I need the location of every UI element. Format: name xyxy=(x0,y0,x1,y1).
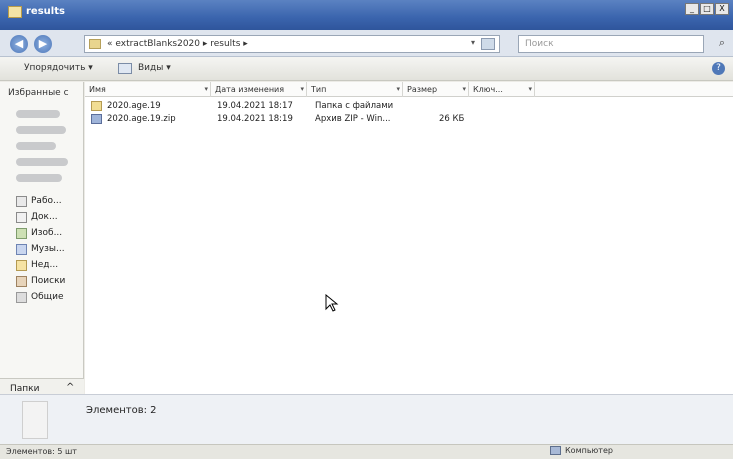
blurred-link xyxy=(16,126,66,134)
column-date-label: Дата изменения xyxy=(215,85,285,94)
toolbar: Упорядочить ▾ Виды ▾ ? xyxy=(0,57,733,81)
column-date[interactable]: Дата изменения ▾ xyxy=(211,82,307,97)
views-button[interactable]: Виды ▾ xyxy=(138,63,171,73)
column-type[interactable]: Тип ▾ xyxy=(307,82,403,97)
details-pane: Элементов: 2 xyxy=(0,394,733,444)
sidebar-item-pictures[interactable]: Изоб... xyxy=(16,226,62,240)
folder-icon xyxy=(91,101,102,111)
minimize-button[interactable]: _ xyxy=(685,3,699,15)
file-date: 19.04.2021 18:17 xyxy=(217,101,293,111)
recent-icon xyxy=(16,259,27,271)
mouse-cursor-icon xyxy=(325,294,339,312)
sidebar-item-label: Рабо... xyxy=(31,196,62,206)
music-icon xyxy=(16,243,27,255)
sidebar-item-recent[interactable]: Нед... xyxy=(16,258,58,272)
folder-icon xyxy=(8,6,22,18)
blurred-link xyxy=(16,110,60,118)
sidebar-item-label: Поиски xyxy=(31,276,66,286)
file-type: Папка с файлами xyxy=(315,101,394,111)
chevron-down-icon[interactable]: ▾ xyxy=(300,82,304,97)
column-size-label: Размер xyxy=(407,85,438,94)
sidebar-item-documents[interactable]: Док... xyxy=(16,210,58,224)
folder-preview-icon xyxy=(22,401,48,439)
file-size: 26 КБ xyxy=(439,114,465,124)
column-header-row: Имя ▾ Дата изменения ▾ Тип ▾ Размер ▾ Ключ..… xyxy=(85,82,733,97)
back-arrow-icon[interactable]: ◀ xyxy=(10,35,28,53)
address-path: « extractBlanks2020 ▸ results ▸ xyxy=(107,39,248,49)
file-name: 2020.age.19.zip xyxy=(107,114,176,124)
status-bar: Элементов: 5 шт Компьютер xyxy=(0,444,733,459)
folder-icon xyxy=(89,39,101,49)
forward-arrow-icon[interactable]: ▶ xyxy=(34,35,52,53)
column-name-label: Имя xyxy=(89,85,106,94)
column-name[interactable]: Имя ▾ xyxy=(85,82,211,97)
window-title: results xyxy=(26,6,65,17)
search-icon[interactable]: ⌕ xyxy=(719,36,725,50)
navigation-bar: ◀ ▶ « extractBlanks2020 ▸ results ▸ ▾ По… xyxy=(0,30,733,57)
favorites-title: Избранные с xyxy=(8,88,69,98)
chevron-down-icon[interactable]: ▾ xyxy=(396,82,400,97)
file-row[interactable]: 2020.age.19.zip 19.04.2021 18:19 Архив Z… xyxy=(85,112,505,126)
chevron-down-icon[interactable]: ▾ xyxy=(471,38,475,47)
help-icon[interactable]: ? xyxy=(712,62,725,75)
documents-icon xyxy=(16,211,27,223)
close-button[interactable]: X xyxy=(715,3,729,15)
file-type: Архив ZIP - Win... xyxy=(315,114,391,124)
status-location-label: Компьютер xyxy=(565,446,613,455)
searches-icon xyxy=(16,275,27,287)
navigation-pane: Избранные с Рабо... Док... Изоб... Музы.… xyxy=(0,82,84,390)
sidebar-item-desktop[interactable]: Рабо... xyxy=(16,194,62,208)
column-tags[interactable]: Ключ... ▾ xyxy=(469,82,535,97)
computer-icon xyxy=(550,446,561,455)
blurred-link xyxy=(16,158,68,166)
sidebar-item-searches[interactable]: Поиски xyxy=(16,274,65,288)
status-location: Компьютер xyxy=(550,446,613,455)
file-row[interactable]: 2020.age.19 19.04.2021 18:17 Папка с фай… xyxy=(85,99,505,113)
sidebar-item-label: Музы... xyxy=(31,244,65,254)
blurred-link xyxy=(16,174,62,182)
public-icon xyxy=(16,291,27,303)
chevron-down-icon[interactable]: ▾ xyxy=(462,82,466,97)
item-count: Элементов: 2 xyxy=(86,405,157,416)
address-bar[interactable]: « extractBlanks2020 ▸ results ▸ ▾ xyxy=(84,35,500,53)
views-icon xyxy=(118,63,132,74)
pictures-icon xyxy=(16,227,27,239)
maximize-button[interactable]: □ xyxy=(700,3,714,15)
blurred-link xyxy=(16,142,56,150)
chevron-down-icon[interactable]: ▾ xyxy=(204,82,208,97)
sidebar-item-label: Изоб... xyxy=(31,228,63,238)
column-tags-label: Ключ... xyxy=(473,85,503,94)
folders-label: Папки xyxy=(10,384,40,394)
chevron-down-icon[interactable]: ▾ xyxy=(528,82,532,97)
search-input[interactable]: Поиск xyxy=(518,35,704,53)
sidebar-item-label: Общие xyxy=(31,292,64,302)
sidebar-item-label: Док... xyxy=(31,212,58,222)
status-text: Элементов: 5 шт xyxy=(6,447,77,456)
explorer-window: results _ □ X ◀ ▶ « extractBlanks2020 ▸ … xyxy=(0,0,733,459)
search-placeholder: Поиск xyxy=(525,39,554,49)
chevron-up-icon: ^ xyxy=(66,382,75,393)
column-type-label: Тип xyxy=(311,85,327,94)
file-list: Имя ▾ Дата изменения ▾ Тип ▾ Размер ▾ Ключ..… xyxy=(85,82,733,394)
file-name: 2020.age.19 xyxy=(107,101,161,111)
title-bar[interactable]: results _ □ X xyxy=(0,0,733,30)
sidebar-item-music[interactable]: Музы... xyxy=(16,242,65,256)
zip-archive-icon xyxy=(91,114,102,124)
window-controls: _ □ X xyxy=(685,3,729,15)
sidebar-item-public[interactable]: Общие xyxy=(16,290,64,304)
organize-button[interactable]: Упорядочить ▾ xyxy=(24,63,93,73)
desktop-icon xyxy=(16,195,27,207)
file-date: 19.04.2021 18:19 xyxy=(217,114,293,124)
sidebar-item-label: Нед... xyxy=(31,260,59,270)
refresh-icon[interactable] xyxy=(481,38,495,50)
column-size[interactable]: Размер ▾ xyxy=(403,82,469,97)
